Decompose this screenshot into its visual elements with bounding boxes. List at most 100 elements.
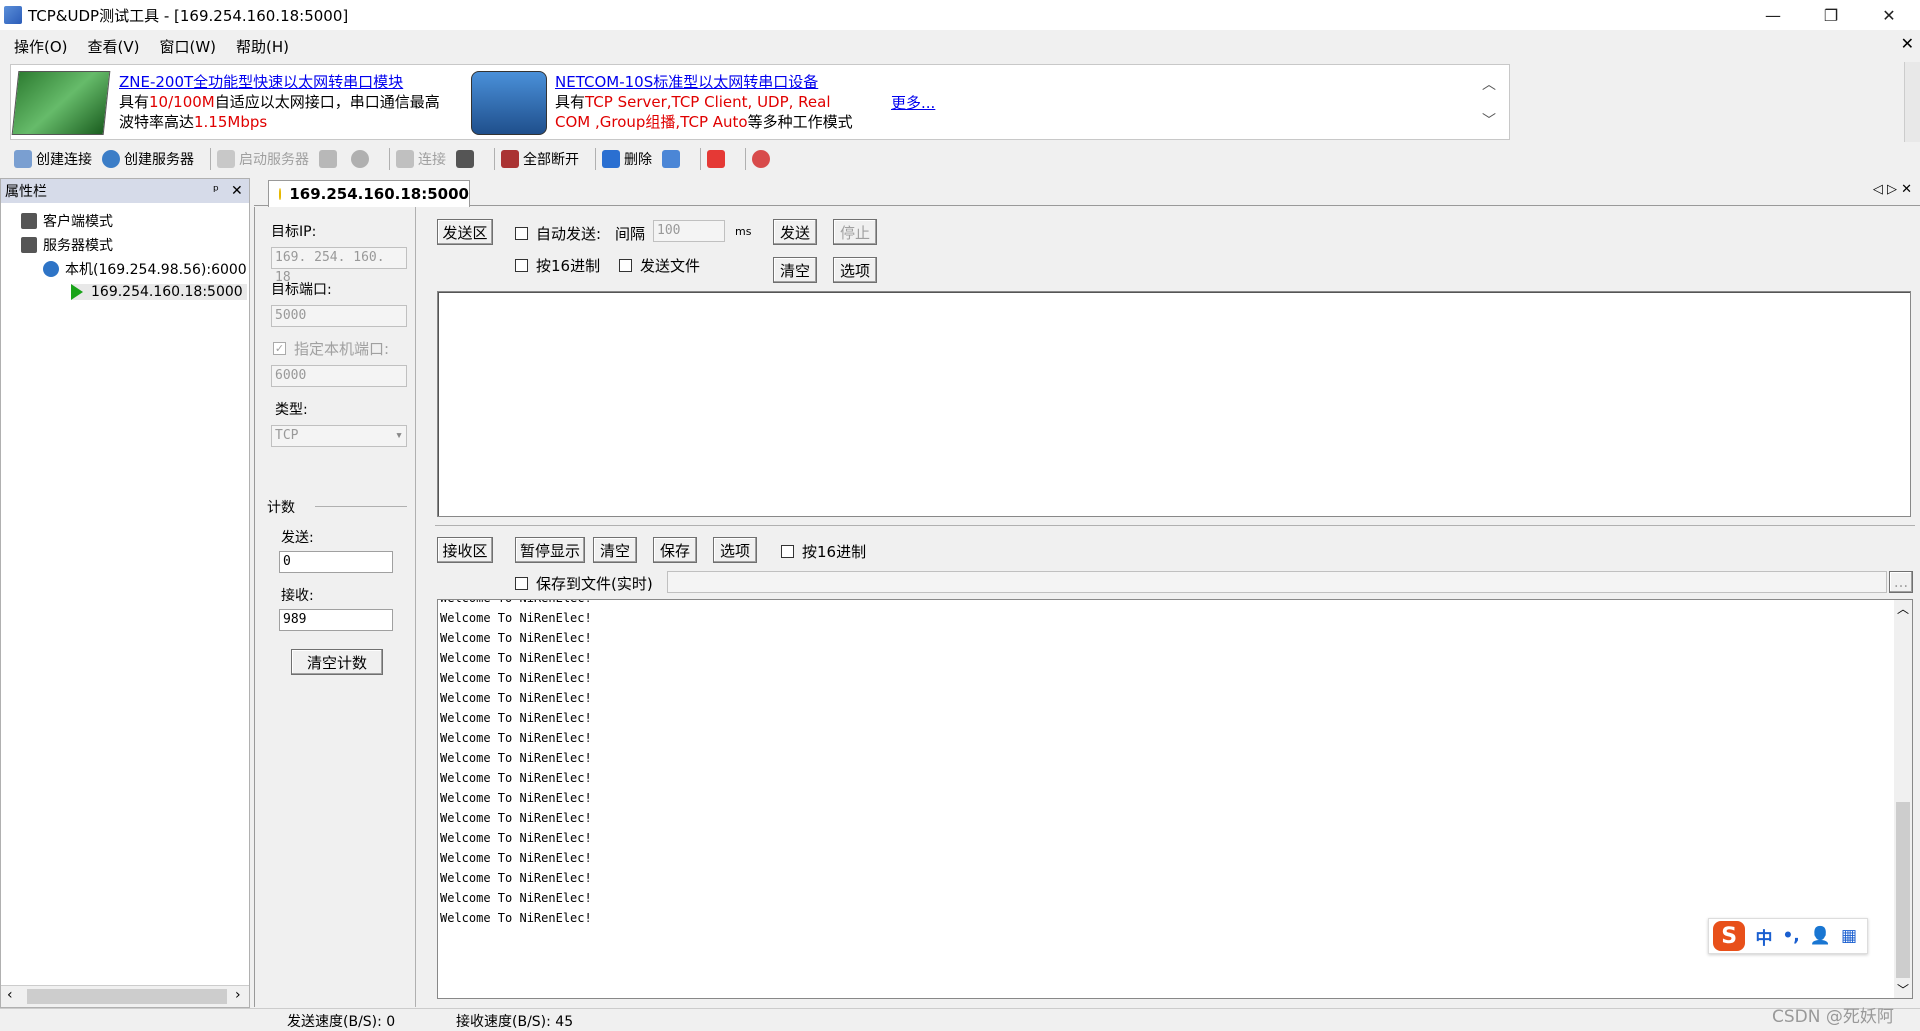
ad1-l2c: 自适应以太网接口，串口通信最高 bbox=[214, 93, 440, 111]
stop-button[interactable] bbox=[351, 150, 373, 168]
sidebar-hscrollbar[interactable]: ‹ › bbox=[1, 985, 249, 1007]
clear-send-button[interactable]: 清空 bbox=[773, 257, 817, 283]
browse-button[interactable]: ... bbox=[1889, 571, 1913, 593]
clear-count-button[interactable]: 清空计数 bbox=[291, 649, 383, 675]
receive-area-button[interactable]: 接收区 bbox=[437, 537, 493, 563]
ime-mode[interactable]: 中 bbox=[1755, 924, 1772, 949]
create-connection-button[interactable]: 创建连接 bbox=[14, 149, 92, 169]
receive-line: Welcome To NiRenElec! bbox=[440, 691, 592, 705]
refresh-button[interactable] bbox=[752, 150, 774, 168]
mdi-close-icon[interactable]: ✕ bbox=[1901, 34, 1914, 53]
ime-user-icon[interactable]: 👤 bbox=[1810, 926, 1831, 946]
receive-textarea[interactable]: Welcome To NiRenElec! Welcome To NiRenEl… bbox=[437, 599, 1913, 999]
scroll-right-icon[interactable]: › bbox=[235, 987, 241, 1003]
save-button[interactable]: 保存 bbox=[653, 537, 697, 563]
server-icon bbox=[217, 150, 235, 168]
ime-grid-icon[interactable]: ▦ bbox=[1841, 926, 1857, 946]
start-server-button[interactable]: 启动服务器 bbox=[217, 149, 309, 169]
client-mode-label: 客户端模式 bbox=[43, 214, 113, 230]
connect-label: 连接 bbox=[418, 152, 446, 168]
scroll-down-icon[interactable]: ﹀ bbox=[1897, 981, 1909, 998]
clear-receive-button[interactable]: 清空 bbox=[593, 537, 637, 563]
type-select[interactable]: TCP ▾ bbox=[271, 425, 407, 447]
network-button[interactable] bbox=[662, 150, 684, 168]
stop-send-button[interactable]: 停止 bbox=[833, 219, 877, 245]
receive-line: Welcome To NiRenElec! bbox=[440, 871, 592, 885]
send-hex-checkbox[interactable]: 按16进制 bbox=[515, 255, 600, 276]
pause-display-button[interactable]: 暂停显示 bbox=[515, 537, 585, 563]
zne-module-image[interactable] bbox=[11, 71, 111, 135]
target-port-field[interactable]: 5000 bbox=[271, 305, 407, 327]
ad-scroll-down-icon[interactable]: ﹀ bbox=[1482, 110, 1496, 130]
send-options-button[interactable]: 选项 bbox=[833, 257, 877, 283]
local-port-checkbox[interactable]: ✓ 指定本机端口: bbox=[273, 338, 389, 359]
pane-divider bbox=[435, 525, 1915, 526]
receive-line: Welcome To NiRenElec! bbox=[438, 600, 1912, 608]
ad1-l2a: 具有 bbox=[119, 93, 150, 111]
save-file-path-field[interactable] bbox=[667, 571, 1887, 593]
sidebar-close-icon[interactable]: ✕ bbox=[231, 183, 243, 199]
server-stop-icon bbox=[319, 150, 337, 168]
receive-vscrollbar[interactable]: ︿ ﹀ bbox=[1894, 600, 1912, 998]
scroll-left-icon[interactable]: ‹ bbox=[7, 987, 13, 1003]
app-icon bbox=[4, 6, 22, 24]
disconnect-button[interactable] bbox=[456, 150, 478, 168]
ad2-link[interactable]: NETCOM-10S标准型以太网转串口设备 bbox=[555, 72, 853, 92]
interval-field[interactable]: 100 bbox=[653, 220, 725, 242]
close-button[interactable]: ✕ bbox=[1860, 0, 1918, 30]
pin-icon[interactable]: ᵖ bbox=[213, 183, 219, 199]
connect-button[interactable]: 连接 bbox=[396, 149, 446, 169]
checkbox-box: ✓ bbox=[273, 342, 286, 355]
tree-server-mode[interactable]: 服务器模式 bbox=[21, 235, 113, 255]
tree-client-mode[interactable]: 客户端模式 bbox=[21, 211, 113, 231]
more-link[interactable]: 更多... bbox=[891, 93, 935, 113]
receive-line: Welcome To NiRenElec! bbox=[440, 611, 592, 625]
tab-nav-icons[interactable]: ◁ ▷ ✕ bbox=[1873, 182, 1912, 197]
send-area-button[interactable]: 发送区 bbox=[437, 219, 493, 245]
ad-scroll-up-icon[interactable]: ︿ bbox=[1482, 74, 1496, 94]
receive-hex-checkbox[interactable]: 按16进制 bbox=[781, 541, 866, 562]
create-server-button[interactable]: 创建服务器 bbox=[102, 149, 194, 169]
save-to-file-label: 保存到文件(实时) bbox=[536, 575, 653, 593]
send-button[interactable]: 发送 bbox=[773, 219, 817, 245]
send-textarea[interactable] bbox=[437, 291, 1911, 517]
target-ip-field[interactable]: 169. 254. 160. 18 bbox=[271, 247, 407, 285]
scroll-up-icon[interactable]: ︿ bbox=[1897, 600, 1909, 617]
client-icon bbox=[21, 213, 37, 229]
auto-send-checkbox[interactable]: 自动发送: bbox=[515, 223, 601, 244]
stop-circle-icon bbox=[351, 150, 369, 168]
local-port-field[interactable]: 6000 bbox=[271, 365, 407, 387]
ime-punct-icon[interactable]: •, bbox=[1782, 926, 1799, 946]
count-divider bbox=[315, 506, 407, 507]
save-to-file-checkbox[interactable]: 保存到文件(实时) bbox=[515, 573, 653, 594]
power-button[interactable] bbox=[707, 150, 729, 168]
minimize-button[interactable]: — bbox=[1744, 0, 1802, 30]
remote-label: 169.254.160.18:5000 bbox=[91, 284, 243, 300]
send-count-field[interactable]: 0 bbox=[279, 551, 393, 573]
vscroll-thumb[interactable] bbox=[1896, 802, 1910, 978]
send-file-checkbox[interactable]: 发送文件 bbox=[619, 255, 700, 276]
recv-count-field[interactable]: 989 bbox=[279, 609, 393, 631]
delete-button[interactable]: 删除 bbox=[602, 149, 652, 169]
menu-help[interactable]: 帮助(H) bbox=[236, 36, 289, 57]
menu-window[interactable]: 窗口(W) bbox=[159, 36, 216, 57]
menu-operate[interactable]: 操作(O) bbox=[14, 36, 68, 57]
connection-icon bbox=[14, 150, 32, 168]
receive-line: Welcome To NiRenElec! bbox=[440, 771, 592, 785]
disconnect-all-button[interactable]: 全部断开 bbox=[501, 149, 579, 169]
target-port-label: 目标端口: bbox=[271, 282, 332, 298]
netcom-device-image[interactable] bbox=[471, 71, 547, 135]
ad1-link[interactable]: ZNE-200T全功能型快速以太网转串口模块 bbox=[119, 72, 440, 92]
receive-line: Welcome To NiRenElec! bbox=[440, 631, 592, 645]
hscroll-thumb[interactable] bbox=[27, 989, 227, 1004]
menu-view[interactable]: 查看(V) bbox=[88, 36, 140, 57]
tab-connection[interactable]: 169.254.160.18:5000 bbox=[268, 180, 470, 207]
sogou-logo-icon[interactable]: S bbox=[1713, 921, 1746, 951]
tree-local-host[interactable]: 本机(169.254.98.56):6000 bbox=[43, 259, 247, 279]
ime-toolbar[interactable]: S 中 •, 👤 ▦ bbox=[1708, 918, 1868, 954]
window-right-scrollbar[interactable] bbox=[1904, 62, 1920, 142]
stop-server-button[interactable] bbox=[319, 150, 341, 168]
receive-options-button[interactable]: 选项 bbox=[713, 537, 757, 563]
restore-button[interactable]: ❐ bbox=[1802, 0, 1860, 30]
tree-remote-connection[interactable]: 169.254.160.18:5000 bbox=[71, 284, 247, 300]
